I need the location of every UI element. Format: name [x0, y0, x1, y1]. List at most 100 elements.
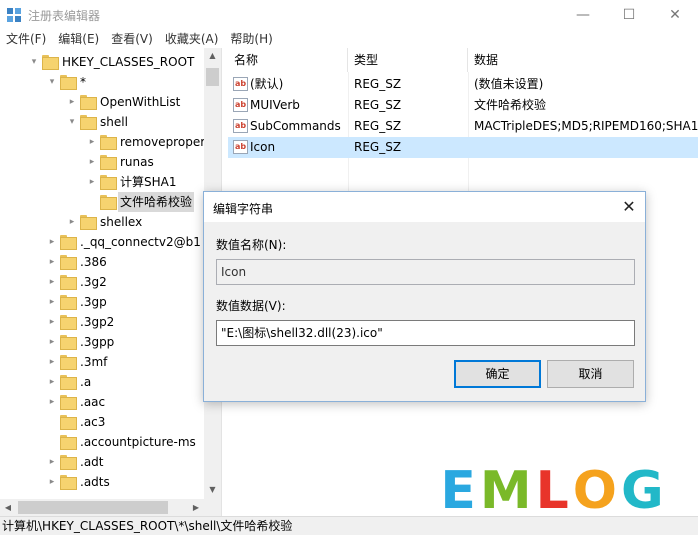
- tree-horizontal-scrollbar[interactable]: ◀ ▶: [0, 499, 204, 516]
- tree-node[interactable]: ▸ .3g2: [0, 272, 204, 292]
- folder-icon: [80, 115, 97, 130]
- value-name-cell: MUIVerb: [250, 98, 300, 112]
- value-type-cell: REG_SZ: [354, 140, 402, 154]
- collapsed-chevron-icon[interactable]: ▸: [46, 292, 58, 312]
- tree-node[interactable]: ▸ .aac: [0, 392, 204, 412]
- tree-node[interactable]: ▸ .a: [0, 372, 204, 392]
- value-data-input[interactable]: "E:\图标\shell32.dll(23).ico": [216, 320, 635, 346]
- tree-node-label: removeproper: [120, 135, 206, 149]
- collapsed-chevron-icon[interactable]: ▸: [46, 472, 58, 492]
- tree-node[interactable]: ▸ .3gp2: [0, 312, 204, 332]
- tree-node[interactable]: ▸ .adts: [0, 472, 204, 492]
- tree-node[interactable]: ▸ shellex: [0, 212, 204, 232]
- registry-tree[interactable]: ▾ HKEY_CLASSES_ROOT ▾ * ▸ OpenWithList ▾ shell ▸…: [0, 48, 222, 516]
- tree-node[interactable]: ▸ ._qq_connectv2@b1: [0, 232, 204, 252]
- tree-node-label: 计算SHA1: [120, 175, 177, 189]
- expanded-chevron-icon[interactable]: ▾: [28, 52, 40, 72]
- scroll-down-arrow-icon[interactable]: ▼: [204, 482, 221, 498]
- expanded-chevron-icon[interactable]: ▾: [66, 112, 78, 132]
- scroll-up-arrow-icon[interactable]: ▲: [204, 48, 221, 64]
- list-item[interactable]: ab MUIVerb REG_SZ 文件哈希校验: [228, 95, 698, 116]
- tree-node[interactable]: .accountpicture-ms: [0, 432, 204, 452]
- collapsed-chevron-icon[interactable]: ▸: [46, 352, 58, 372]
- value-name-cell: (默认): [250, 77, 284, 91]
- window-title: 注册表编辑器: [28, 9, 101, 23]
- emlog-logo: EMLOG: [406, 461, 698, 521]
- collapsed-chevron-icon[interactable]: ▸: [46, 232, 58, 252]
- collapsed-chevron-icon[interactable]: ▸: [46, 372, 58, 392]
- tree-node[interactable]: ▸ .3gp: [0, 292, 204, 312]
- collapsed-chevron-icon[interactable]: ▸: [86, 172, 98, 192]
- collapsed-chevron-icon[interactable]: ▸: [46, 272, 58, 292]
- close-button[interactable]: ✕: [652, 0, 698, 30]
- tree-node-label: .ac3: [80, 415, 106, 429]
- column-header-name[interactable]: 名称: [228, 48, 348, 72]
- value-data-label: 数值数据(V):: [216, 299, 286, 313]
- tree-node-label: .aac: [80, 395, 106, 409]
- logo-letter: E: [440, 461, 476, 521]
- tree-horizontal-scroll-thumb[interactable]: [18, 501, 168, 514]
- collapsed-chevron-icon[interactable]: ▸: [66, 212, 78, 232]
- list-item[interactable]: ab (默认) REG_SZ (数值未设置): [228, 74, 698, 95]
- folder-icon: [80, 95, 97, 110]
- tree-node[interactable]: ▸ 计算SHA1: [0, 172, 204, 192]
- collapsed-chevron-icon[interactable]: ▸: [46, 452, 58, 472]
- tree-node-label: .3g2: [80, 275, 107, 289]
- collapsed-chevron-icon[interactable]: ▸: [46, 392, 58, 412]
- dialog-title-bar: 编辑字符串 ✕: [204, 192, 645, 222]
- tree-node-label: shell: [100, 115, 128, 129]
- scroll-left-arrow-icon[interactable]: ◀: [0, 499, 16, 516]
- collapsed-chevron-icon[interactable]: ▸: [46, 312, 58, 332]
- tree-node[interactable]: ▾ HKEY_CLASSES_ROOT: [0, 52, 204, 72]
- tree-node[interactable]: 文件哈希校验: [0, 192, 204, 212]
- tree-node-label: runas: [120, 155, 154, 169]
- tree-node[interactable]: .ac3: [0, 412, 204, 432]
- value-data-cell: MACTripleDES;MD5;RIPEMD160;SHA1;: [474, 119, 698, 133]
- list-item[interactable]: ab Icon REG_SZ: [228, 137, 698, 158]
- dialog-close-icon[interactable]: ✕: [618, 196, 640, 218]
- tree-node[interactable]: ▸ OpenWithList: [0, 92, 204, 112]
- tree-node[interactable]: ▸ removeproper: [0, 132, 206, 152]
- tree-vertical-scroll-thumb[interactable]: [206, 68, 219, 86]
- cancel-button[interactable]: 取消: [547, 360, 634, 388]
- menu-view[interactable]: 查看(V): [105, 30, 159, 48]
- tree-node-label: .3gp2: [80, 315, 115, 329]
- tree-node[interactable]: ▸ .386: [0, 252, 204, 272]
- tree-node-label: .3gp: [80, 295, 107, 309]
- logo-letter: M: [479, 461, 532, 521]
- value-type-cell: REG_SZ: [354, 98, 402, 112]
- tree-node[interactable]: ▸ .3gpp: [0, 332, 204, 352]
- menu-edit[interactable]: 编辑(E): [52, 30, 105, 48]
- tree-node-label: HKEY_CLASSES_ROOT: [62, 55, 195, 69]
- folder-icon: [60, 435, 77, 450]
- expanded-chevron-icon[interactable]: ▾: [46, 72, 58, 92]
- column-header-type[interactable]: 类型: [348, 48, 468, 72]
- tree-node-label: .3mf: [80, 355, 108, 369]
- tree-node[interactable]: ▾ shell: [0, 112, 204, 132]
- maximize-button[interactable]: ☐: [606, 0, 652, 30]
- column-header-data[interactable]: 数据: [468, 48, 698, 72]
- collapsed-chevron-icon[interactable]: ▸: [46, 252, 58, 272]
- tree-node[interactable]: ▸ .adt: [0, 452, 204, 472]
- collapsed-chevron-icon[interactable]: ▸: [66, 92, 78, 112]
- menu-file[interactable]: 文件(F): [0, 30, 52, 48]
- folder-icon: [60, 475, 77, 490]
- string-value-icon: ab: [233, 77, 248, 91]
- tree-node[interactable]: ▸ runas: [0, 152, 204, 172]
- collapsed-chevron-icon[interactable]: ▸: [86, 132, 98, 152]
- list-item[interactable]: ab SubCommands REG_SZ MACTripleDES;MD5;RIPE…: [228, 116, 698, 137]
- minimize-button[interactable]: —: [560, 0, 606, 30]
- value-name-cell: SubCommands: [250, 119, 341, 133]
- collapsed-chevron-icon[interactable]: ▸: [86, 152, 98, 172]
- tree-node-label: .accountpicture-ms: [80, 435, 196, 449]
- ok-button[interactable]: 确定: [454, 360, 541, 388]
- collapsed-chevron-icon[interactable]: ▸: [46, 332, 58, 352]
- tree-node[interactable]: ▾ *: [0, 72, 204, 92]
- tree-node[interactable]: ▸ .3mf: [0, 352, 204, 372]
- scroll-right-arrow-icon[interactable]: ▶: [188, 499, 204, 516]
- value-data-cell: 文件哈希校验: [474, 98, 547, 112]
- value-name-cell: Icon: [250, 140, 276, 154]
- menu-favorites[interactable]: 收藏夹(A): [159, 30, 225, 48]
- menu-help[interactable]: 帮助(H): [224, 30, 278, 48]
- folder-icon: [100, 135, 117, 150]
